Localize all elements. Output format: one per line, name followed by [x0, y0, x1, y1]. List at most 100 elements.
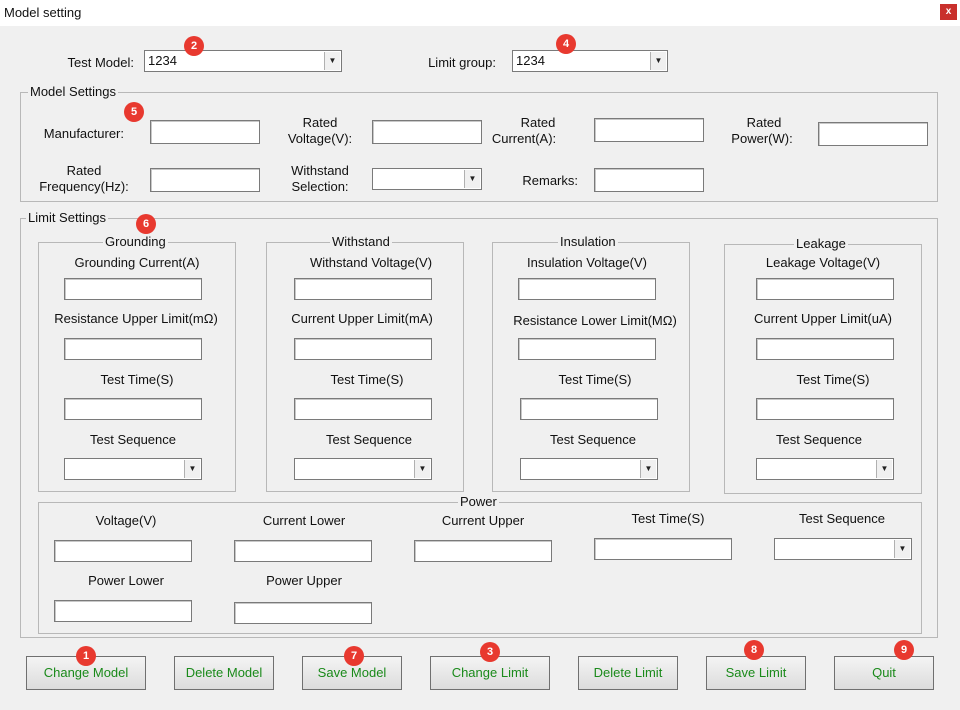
leakage-current-upper-field[interactable]	[756, 338, 894, 360]
rated-voltage-field[interactable]	[372, 120, 482, 144]
close-button[interactable]: x	[940, 4, 957, 20]
delete-model-button[interactable]: Delete Model	[174, 656, 274, 690]
grounding-test-time-field[interactable]	[64, 398, 202, 420]
limit-group-label: Limit group:	[428, 55, 496, 70]
power-lower-label: Power Lower	[88, 573, 164, 588]
power-test-sequence-select[interactable]: ▼	[774, 538, 912, 560]
annotation-badge-5: 5	[124, 102, 144, 122]
rated-frequency-field[interactable]	[150, 168, 260, 192]
grounding-title: Grounding	[103, 234, 168, 250]
power-current-lower-field[interactable]	[234, 540, 372, 562]
power-voltage-label: Voltage(V)	[95, 513, 157, 528]
grounding-current-label: Grounding Current(A)	[74, 255, 200, 270]
rated-power-field[interactable]	[818, 122, 928, 146]
insulation-resistance-lower-field[interactable]	[518, 338, 656, 360]
withstand-selection-label-2: Selection:	[291, 179, 349, 194]
rated-voltage-label-2: Voltage(V):	[287, 131, 353, 146]
rated-frequency-label-1: Rated	[66, 163, 102, 178]
rated-current-label-2: Current(A):	[491, 131, 557, 146]
withstand-title: Withstand	[330, 234, 392, 250]
withstand-current-upper-field[interactable]	[294, 338, 432, 360]
grounding-resistance-upper-field[interactable]	[64, 338, 202, 360]
power-upper-label: Power Upper	[266, 573, 342, 588]
chevron-down-icon[interactable]: ▼	[464, 170, 480, 188]
grounding-current-field[interactable]	[64, 278, 202, 300]
withstand-test-time-field[interactable]	[294, 398, 432, 420]
power-current-upper-field[interactable]	[414, 540, 552, 562]
leakage-current-upper-label: Current Upper Limit(uA)	[754, 311, 892, 326]
insulation-resistance-lower-label: Resistance Lower Limit(MΩ)	[513, 313, 677, 328]
insulation-title: Insulation	[558, 234, 618, 250]
insulation-test-time-label: Test Time(S)	[558, 372, 632, 387]
remarks-label: Remarks:	[522, 173, 578, 188]
withstand-test-sequence-label: Test Sequence	[325, 432, 412, 447]
power-title: Power	[458, 494, 499, 510]
leakage-test-sequence-select[interactable]: ▼	[756, 458, 894, 480]
power-voltage-field[interactable]	[54, 540, 192, 562]
withstand-selection-label-1: Withstand	[291, 163, 349, 178]
test-model-value: 1234	[148, 53, 177, 68]
rated-current-label-1: Rated	[520, 115, 556, 130]
withstand-test-sequence-select[interactable]: ▼	[294, 458, 432, 480]
annotation-badge-3: 3	[480, 642, 500, 662]
power-lower-field[interactable]	[54, 600, 192, 622]
power-current-upper-label: Current Upper	[441, 513, 525, 528]
chevron-down-icon[interactable]: ▼	[640, 460, 656, 478]
annotation-badge-9: 9	[894, 640, 914, 660]
grounding-test-sequence-select[interactable]: ▼	[64, 458, 202, 480]
insulation-test-sequence-label: Test Sequence	[549, 432, 636, 447]
chevron-down-icon[interactable]: ▼	[324, 52, 340, 70]
chevron-down-icon[interactable]: ▼	[414, 460, 430, 478]
leakage-test-time-field[interactable]	[756, 398, 894, 420]
remarks-field[interactable]	[594, 168, 704, 192]
manufacturer-label: Manufacturer:	[43, 126, 124, 141]
model-settings-title: Model Settings	[28, 84, 118, 100]
leakage-title: Leakage	[794, 236, 848, 252]
grounding-test-sequence-label: Test Sequence	[89, 432, 176, 447]
annotation-badge-8: 8	[744, 640, 764, 660]
save-limit-button[interactable]: Save Limit	[706, 656, 806, 690]
withstand-current-upper-label: Current Upper Limit(mA)	[291, 311, 433, 326]
insulation-voltage-field[interactable]	[518, 278, 656, 300]
delete-limit-button[interactable]: Delete Limit	[578, 656, 678, 690]
withstand-voltage-label: Withstand Voltage(V)	[309, 255, 433, 270]
power-test-time-field[interactable]	[594, 538, 732, 560]
power-current-lower-label: Current Lower	[262, 513, 346, 528]
dialog-body: Test Model: 1234 ▼ Limit group: 1234 ▼ M…	[0, 26, 960, 710]
annotation-badge-2: 2	[184, 36, 204, 56]
rated-frequency-label-2: Frequency(Hz):	[39, 179, 129, 194]
insulation-voltage-label: Insulation Voltage(V)	[527, 255, 647, 270]
power-upper-field[interactable]	[234, 602, 372, 624]
chevron-down-icon[interactable]: ▼	[876, 460, 892, 478]
quit-button[interactable]: Quit	[834, 656, 934, 690]
annotation-badge-6: 6	[136, 214, 156, 234]
title-bar: Model setting x	[0, 0, 960, 26]
insulation-test-sequence-select[interactable]: ▼	[520, 458, 658, 480]
withstand-test-time-label: Test Time(S)	[330, 372, 404, 387]
rated-power-label-2: Power(W):	[731, 131, 793, 146]
limit-settings-title: Limit Settings	[26, 210, 109, 226]
leakage-test-time-label: Test Time(S)	[796, 372, 870, 387]
annotation-badge-4: 4	[556, 34, 576, 54]
withstand-voltage-field[interactable]	[294, 278, 432, 300]
window-title: Model setting	[4, 5, 82, 20]
limit-group-value: 1234	[516, 53, 545, 68]
leakage-voltage-label: Leakage Voltage(V)	[765, 255, 881, 270]
chevron-down-icon[interactable]: ▼	[184, 460, 200, 478]
annotation-badge-1: 1	[76, 646, 96, 666]
leakage-voltage-field[interactable]	[756, 278, 894, 300]
grounding-test-time-label: Test Time(S)	[100, 372, 174, 387]
withstand-selection-select[interactable]: ▼	[372, 168, 482, 190]
limit-group-select[interactable]: 1234 ▼	[512, 50, 668, 72]
test-model-select[interactable]: 1234 ▼	[144, 50, 342, 72]
test-model-label: Test Model:	[67, 55, 134, 70]
insulation-test-time-field[interactable]	[520, 398, 658, 420]
power-test-time-label: Test Time(S)	[631, 511, 705, 526]
rated-power-label-1: Rated	[746, 115, 782, 130]
rated-current-field[interactable]	[594, 118, 704, 142]
chevron-down-icon[interactable]: ▼	[650, 52, 666, 70]
rated-voltage-label-1: Rated	[302, 115, 338, 130]
chevron-down-icon[interactable]: ▼	[894, 540, 910, 558]
grounding-resistance-upper-label: Resistance Upper Limit(mΩ)	[54, 311, 218, 326]
manufacturer-field[interactable]	[150, 120, 260, 144]
